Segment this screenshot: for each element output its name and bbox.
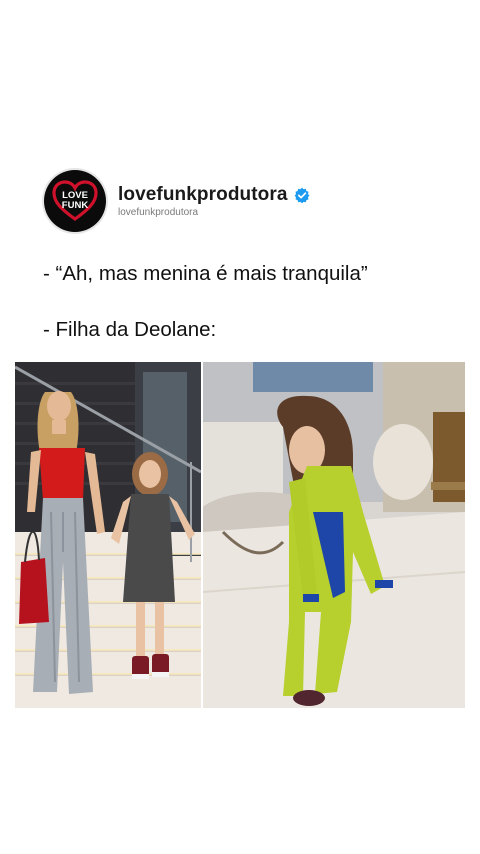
post-header: LOVE FUNK lovefunkprodutora lovefunkprod… (44, 170, 310, 232)
photo-mother-daughter (15, 362, 201, 708)
photo-collage (15, 362, 465, 708)
profile-avatar[interactable]: LOVE FUNK (44, 170, 106, 232)
user-info: lovefunkprodutora lovefunkprodutora (118, 184, 310, 218)
love-funk-logo-icon: LOVE FUNK (52, 180, 98, 221)
verified-badge-icon (294, 187, 310, 203)
photo-girl-green-costume (203, 362, 465, 708)
caption-line-1: - “Ah, mas menina é mais tranquila” (43, 262, 368, 285)
logo-text-funk: FUNK (62, 200, 89, 211)
handle: lovefunkprodutora (118, 207, 199, 218)
caption-line-2: - Filha da Deolane: (43, 318, 217, 341)
username[interactable]: lovefunkprodutora (118, 184, 288, 206)
